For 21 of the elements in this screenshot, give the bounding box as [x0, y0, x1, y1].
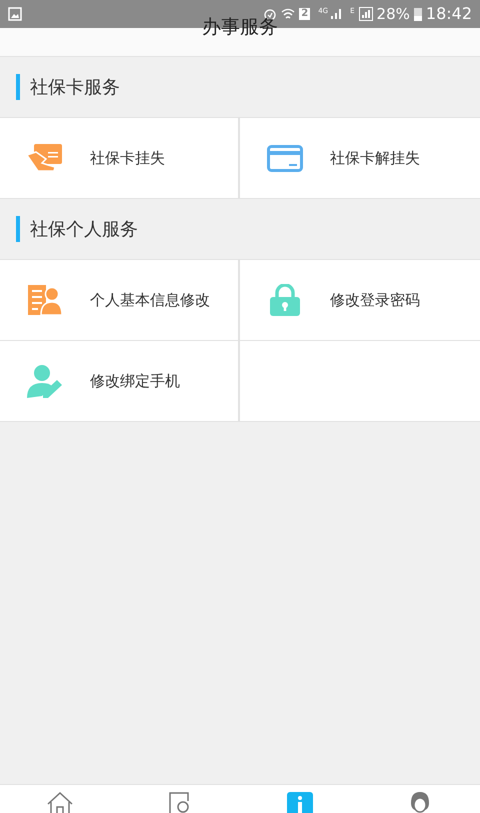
user-edit-icon: [27, 364, 63, 398]
lock-icon: [270, 284, 300, 316]
service-item[interactable]: 修改绑定手机: [0, 341, 238, 421]
sim-badge: 2: [299, 8, 310, 20]
home-icon: [46, 791, 74, 813]
service-item[interactable]: 修改登录密码: [240, 260, 480, 340]
battery-icon: [414, 7, 422, 21]
section-title: 社保个人服务: [30, 218, 138, 242]
wifi-icon: [281, 7, 296, 21]
hand-card-icon: [26, 143, 64, 173]
image-icon: [8, 7, 22, 21]
clock: 18:42: [426, 3, 472, 25]
signal-icon: [358, 7, 373, 21]
service-item[interactable]: 社保卡挂失: [0, 118, 238, 198]
card-icon: [267, 144, 303, 172]
service-item[interactable]: 社保卡解挂失: [240, 118, 480, 198]
section-title: 社保卡服务: [30, 76, 120, 100]
service-item[interactable]: 个人基本信息修改: [0, 260, 238, 340]
profile-icon: [28, 285, 62, 315]
signal-icon: [330, 8, 342, 20]
battery-percent: 28%: [376, 4, 410, 25]
